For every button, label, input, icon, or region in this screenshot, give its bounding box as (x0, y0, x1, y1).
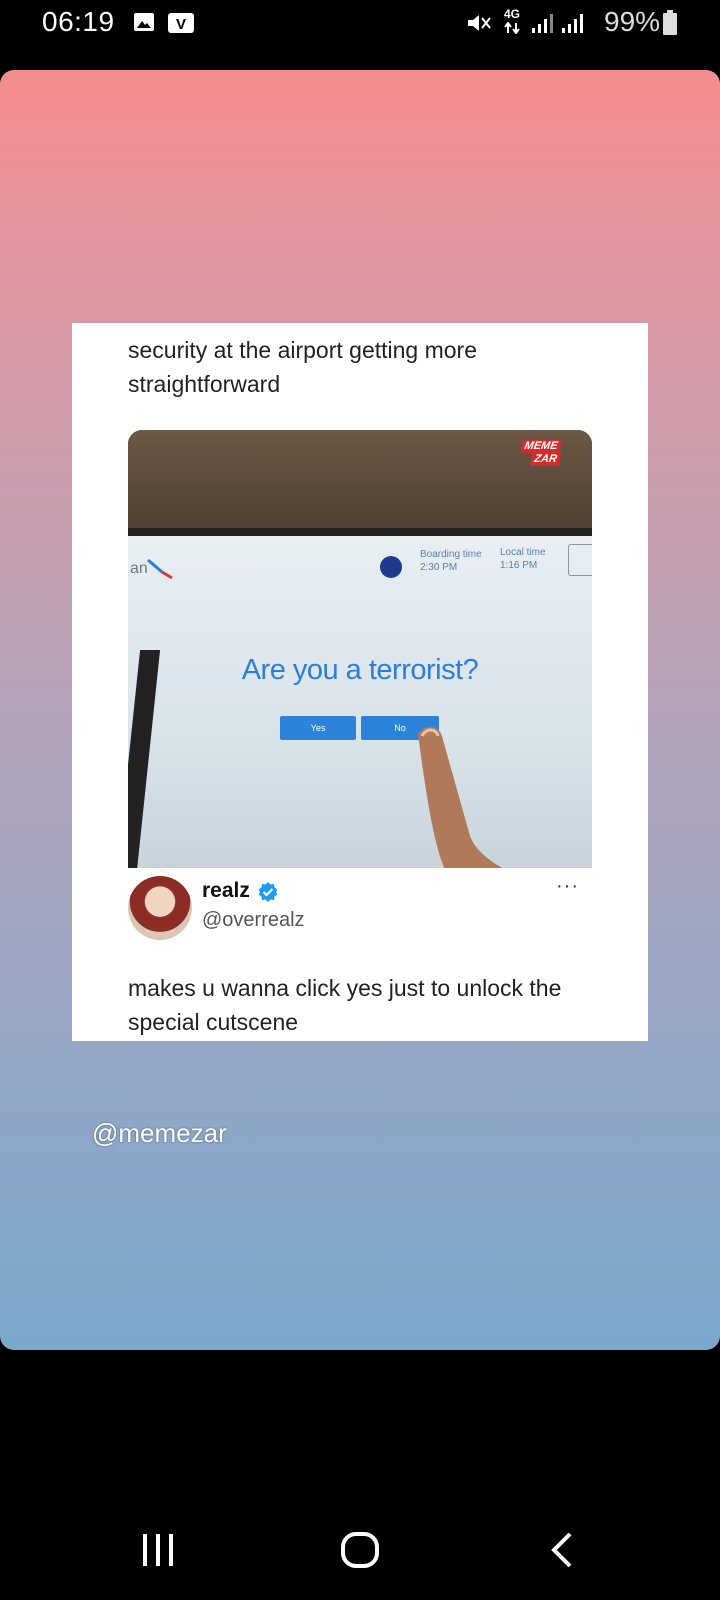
home-icon[interactable] (340, 1530, 380, 1570)
credit-handle[interactable]: @memezar (92, 1118, 227, 1149)
tweet-text: makes u wanna click yes just to unlock t… (128, 975, 562, 1035)
data-arrows-icon (504, 22, 520, 34)
signal-icon-1 (532, 14, 553, 33)
back-icon[interactable] (548, 1530, 576, 1570)
kiosk-yes-button: Yes (280, 716, 356, 740)
globe-icon (380, 556, 402, 578)
memezar-watermark: MEME ZAR (517, 440, 572, 470)
app-notification-icon: V (168, 13, 194, 33)
post-caption: security at the airport getting more str… (128, 337, 477, 397)
svg-text:V: V (176, 16, 186, 33)
author-name[interactable]: realz (202, 879, 250, 903)
mute-icon (468, 15, 491, 31)
local-time: Local time 1:16 PM (500, 547, 546, 571)
signal-icon-2 (562, 14, 583, 33)
airline-logo-icon (147, 558, 173, 580)
author-handle[interactable]: @overrealz (202, 909, 305, 932)
battery-icon (663, 10, 677, 35)
avatar[interactable] (128, 876, 192, 940)
verified-badge-icon (258, 882, 278, 902)
story-viewer[interactable]: security at the airport getting more str… (0, 70, 720, 1350)
status-time: 06:19 (42, 6, 115, 37)
status-bar: 06:19 V 4G 99% (0, 0, 720, 46)
battery-percent: 99% (604, 6, 661, 37)
finger-icon (418, 726, 503, 868)
tweet-card[interactable]: security at the airport getting more str… (72, 323, 648, 1041)
kiosk-question: Are you a terrorist? (241, 654, 479, 686)
kiosk-screen: an Boarding time 2:30 PM Local time 1:16… (128, 536, 592, 868)
navigation-bar (0, 1500, 720, 1600)
kiosk-exit-button (568, 544, 592, 576)
network-type: 4G (504, 7, 521, 21)
recent-apps-icon[interactable] (140, 1530, 176, 1570)
post-image[interactable]: an Boarding time 2:30 PM Local time 1:16… (128, 430, 592, 868)
boarding-time: Boarding time 2:30 PM (420, 549, 482, 573)
more-options-icon[interactable]: ··· (556, 875, 579, 898)
gallery-icon (134, 13, 154, 31)
